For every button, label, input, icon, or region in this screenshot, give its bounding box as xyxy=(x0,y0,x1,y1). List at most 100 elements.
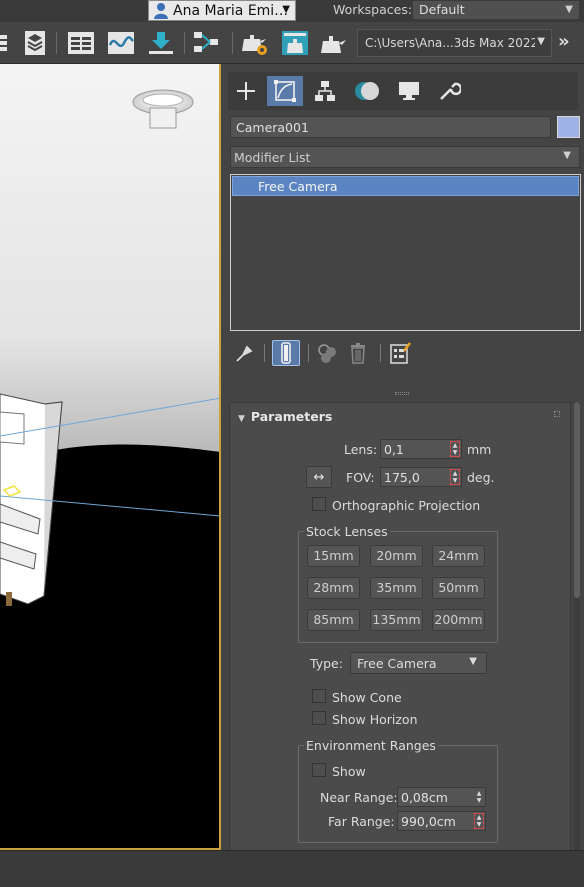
make-unique-button[interactable] xyxy=(314,340,342,366)
camera-type-dropdown[interactable]: Free Camera ▼ xyxy=(350,652,487,674)
lens-28mm-button[interactable]: 28mm xyxy=(307,577,360,599)
object-name-field[interactable]: Camera001 xyxy=(230,116,551,138)
toggle-layer-explorer-button[interactable] xyxy=(20,28,50,58)
fov-label: FOV: xyxy=(346,470,375,485)
pin-icon xyxy=(236,345,253,362)
expand-more-icon[interactable]: » xyxy=(558,31,570,52)
panel-resize-grip[interactable] xyxy=(395,392,409,395)
fov-unit: deg. xyxy=(467,470,495,485)
plus-icon xyxy=(237,82,255,100)
modifier-list-label: Modifier List xyxy=(234,150,311,165)
render-setup-button[interactable] xyxy=(240,28,270,58)
status-bar xyxy=(0,850,584,887)
make-unique-icon xyxy=(318,344,336,363)
lens-50mm-button[interactable]: 50mm xyxy=(432,577,485,599)
remove-modifier-button[interactable] xyxy=(344,340,372,366)
lens-unit: mm xyxy=(467,442,492,457)
lens-35mm-button[interactable]: 35mm xyxy=(370,577,423,599)
spinner-arrows-icon[interactable]: ▲ ▼ xyxy=(450,469,460,485)
command-panel: Camera001 Modifier List ▼ Free Camera ▼ P… xyxy=(223,64,584,852)
tab-modify[interactable] xyxy=(267,76,303,106)
main-toolbar: C:\Users\Ana...3ds Max 2022 ▼ » xyxy=(0,22,584,64)
tab-utilities[interactable] xyxy=(431,76,467,106)
modify-icon xyxy=(274,80,296,102)
show-end-result-button[interactable] xyxy=(272,340,300,366)
chevron-down-icon: ▼ xyxy=(282,4,290,15)
lens-85mm-button[interactable]: 85mm xyxy=(307,609,360,631)
workspaces-label: Workspaces: xyxy=(333,2,413,17)
render-production-button[interactable] xyxy=(318,28,348,58)
command-panel-scrollbar[interactable] xyxy=(574,402,580,852)
toolbar-divider xyxy=(232,32,233,54)
stack-item-free-camera[interactable]: Free Camera xyxy=(232,176,579,196)
orthographic-checkbox[interactable] xyxy=(312,497,326,511)
tab-hierarchy[interactable] xyxy=(307,76,343,106)
tab-motion[interactable] xyxy=(349,76,385,106)
toolbar-divider xyxy=(308,344,309,362)
import-button[interactable] xyxy=(146,28,176,58)
user-icon xyxy=(154,3,168,19)
lens-20mm-button[interactable]: 20mm xyxy=(370,545,423,567)
toolbar-divider xyxy=(56,32,57,54)
spinner-arrows-icon[interactable]: ▲ ▼ xyxy=(450,441,460,457)
trash-icon xyxy=(351,343,365,364)
spinner-arrows-icon[interactable]: ▲ ▼ xyxy=(474,813,484,829)
lens-label: Lens: xyxy=(344,442,378,457)
spinner-arrows-icon[interactable]: ▲ ▼ xyxy=(474,789,484,805)
far-range-label: Far Range: xyxy=(328,814,395,829)
import-icon xyxy=(149,32,173,54)
configure-sets-icon xyxy=(390,342,411,364)
object-color-swatch[interactable] xyxy=(557,116,580,138)
rendered-frame-window-button[interactable] xyxy=(280,28,310,58)
show-cone-label: Show Cone xyxy=(332,690,402,705)
scene-explorer-button[interactable] xyxy=(66,28,96,58)
collapse-triangle-icon: ▼ xyxy=(238,414,245,424)
far-range-value: 990,0cm xyxy=(401,814,456,829)
environment-ranges-label: Environment Ranges xyxy=(304,738,438,753)
modifier-list-dropdown[interactable]: Modifier List ▼ xyxy=(230,146,580,168)
rollout-drag-handle-icon[interactable] xyxy=(554,411,560,417)
schematic-view-button[interactable] xyxy=(192,28,222,58)
user-account-button[interactable]: Ana Maria Emi… ▼ xyxy=(148,0,296,21)
env-show-checkbox[interactable] xyxy=(312,763,326,777)
tab-display[interactable] xyxy=(391,76,427,106)
parameters-title: Parameters xyxy=(250,409,333,424)
scrollbar-thumb[interactable] xyxy=(574,402,580,598)
motion-icon xyxy=(355,82,379,100)
fov-spinner[interactable]: 175,0 ▲ ▼ xyxy=(380,467,462,487)
render-production-icon xyxy=(321,36,346,53)
fov-direction-flyout[interactable]: ↔ xyxy=(306,466,332,488)
toolbar-divider xyxy=(380,344,381,362)
show-horizon-checkbox[interactable] xyxy=(312,711,326,725)
chevron-down-icon: ▼ xyxy=(535,36,545,47)
lens-15mm-button[interactable]: 15mm xyxy=(307,545,360,567)
layer-list-button[interactable] xyxy=(0,28,12,58)
lens-spinner[interactable]: 0,1 ▲ ▼ xyxy=(380,439,462,459)
rendered-frame-window-icon xyxy=(282,31,308,55)
schematic-view-icon xyxy=(194,32,218,52)
camera-type-value: Free Camera xyxy=(357,656,437,671)
far-range-spinner[interactable]: 990,0cm ▲ ▼ xyxy=(397,811,486,831)
orthographic-label: Orthographic Projection xyxy=(332,498,481,513)
project-folder-dropdown[interactable]: C:\Users\Ana...3ds Max 2022 ▼ xyxy=(357,29,552,57)
pin-stack-button[interactable] xyxy=(230,340,258,366)
lens-135mm-button[interactable]: 135mm xyxy=(370,609,423,631)
curve-editor-button[interactable] xyxy=(106,28,136,58)
parameters-rollout: ▼ Parameters Lens: 0,1 ▲ ▼ mm ↔ FOV: 175,0… xyxy=(229,402,571,852)
configure-modifier-sets-button[interactable] xyxy=(386,340,414,366)
show-cone-checkbox[interactable] xyxy=(312,689,326,703)
curve-editor-icon xyxy=(108,32,134,54)
camera-viewport[interactable] xyxy=(0,64,221,850)
tab-create[interactable] xyxy=(228,76,264,106)
display-icon xyxy=(399,82,419,100)
lens-24mm-button[interactable]: 24mm xyxy=(432,545,485,567)
chevron-down-icon: ▼ xyxy=(565,4,573,15)
lens-200mm-button[interactable]: 200mm xyxy=(432,609,485,631)
wrench-icon xyxy=(440,82,461,100)
parameters-rollout-header[interactable]: ▼ Parameters xyxy=(238,409,332,424)
workspace-dropdown[interactable]: Default ▼ xyxy=(412,0,580,20)
stack-toolbar xyxy=(228,338,578,368)
near-range-label: Near Range: xyxy=(320,790,398,805)
near-range-spinner[interactable]: 0,08cm ▲ ▼ xyxy=(397,787,486,807)
hierarchy-icon xyxy=(315,81,335,101)
